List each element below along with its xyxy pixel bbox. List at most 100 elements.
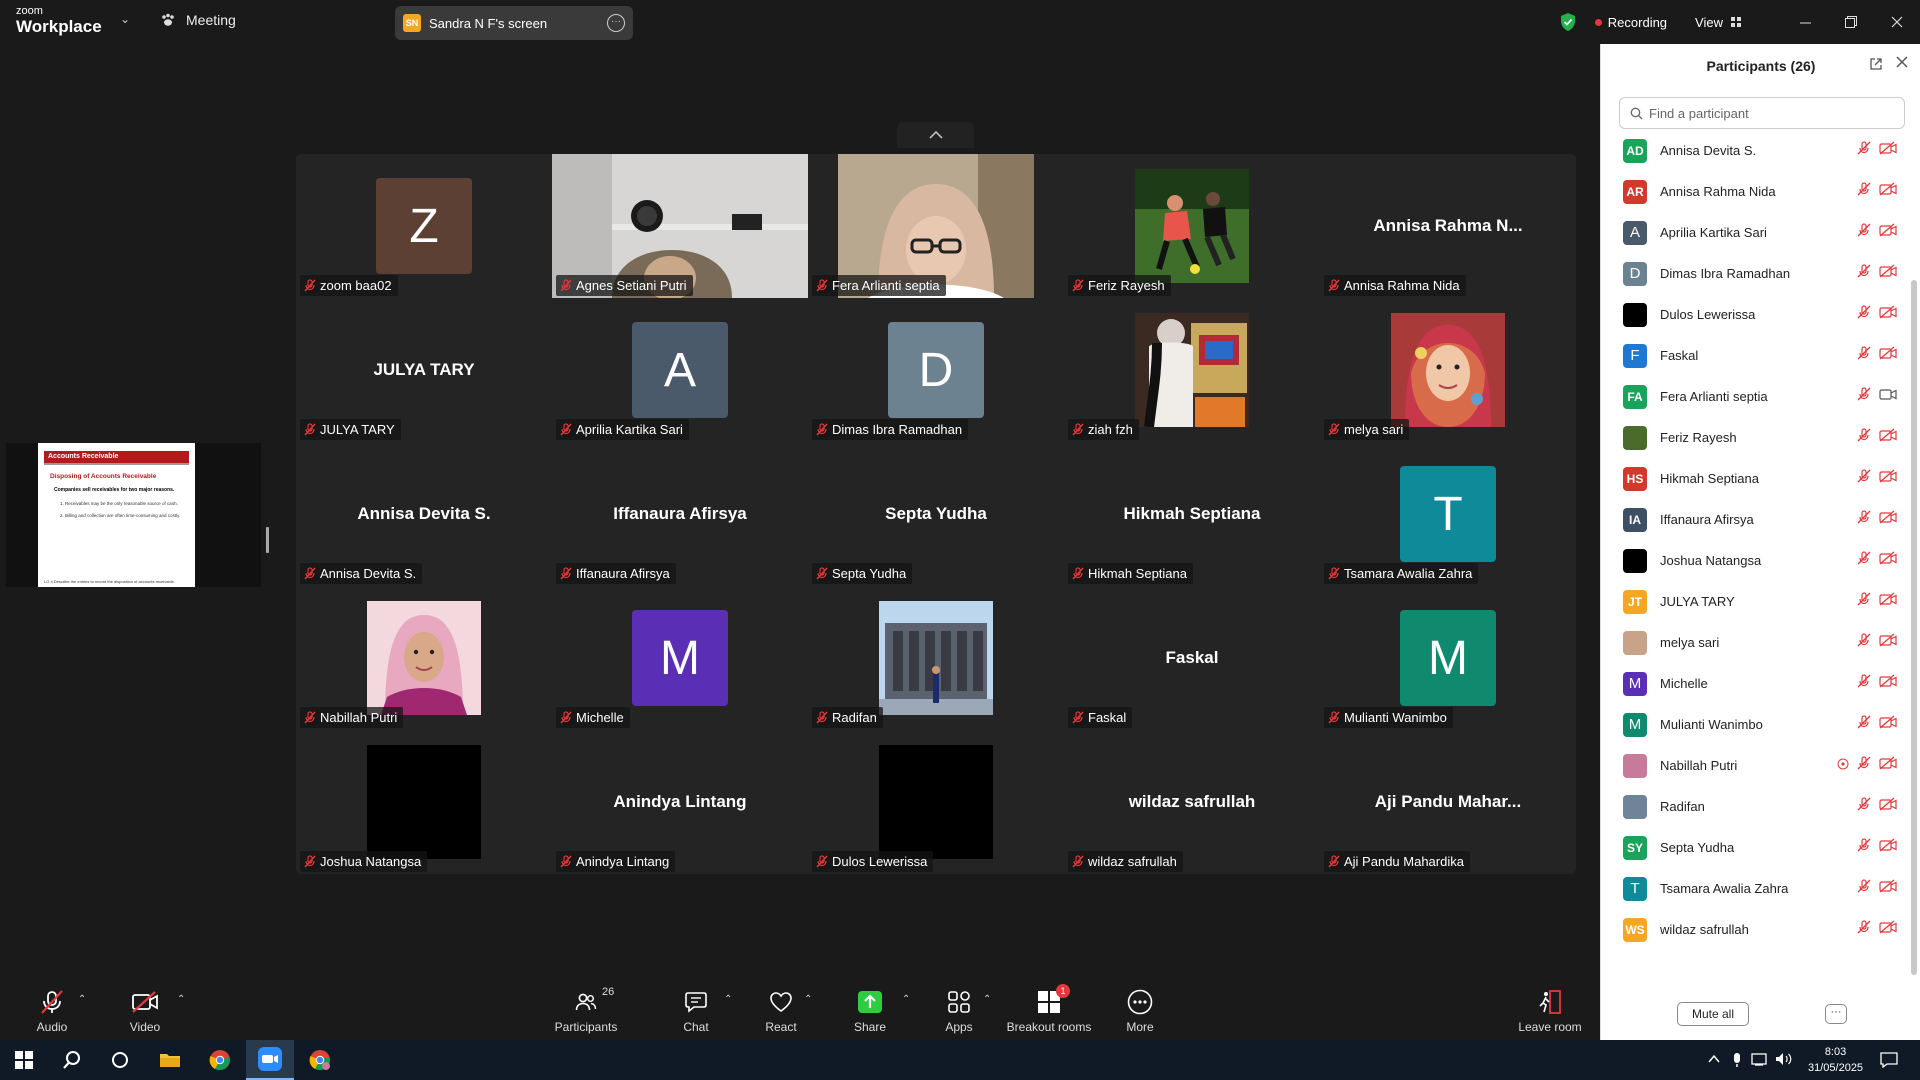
mic-muted-icon[interactable] [1857,879,1871,898]
participant-row[interactable]: Radifan [1601,786,1907,827]
participant-row[interactable]: Joshua Natangsa [1601,540,1907,581]
camera-off-icon[interactable] [1879,551,1897,570]
meeting-menu[interactable]: Meeting [160,12,236,28]
camera-off-icon[interactable] [1879,715,1897,734]
search-input[interactable] [1649,105,1889,121]
video-tile[interactable]: Annisa Rahma N... Annisa Rahma Nida [1320,154,1576,298]
mic-muted-icon[interactable] [1857,223,1871,242]
video-tile[interactable]: Agnes Setiani Putri [552,154,808,298]
chrome-profile-taskbar-button[interactable] [296,1040,344,1080]
shared-screen-thumbnail[interactable]: Accounts Receivable Disposing of Account… [6,443,261,587]
file-explorer-button[interactable] [146,1040,194,1080]
video-tile[interactable]: Feriz Rayesh [1064,154,1320,298]
task-view-button[interactable] [96,1040,144,1080]
mic-muted-icon[interactable] [1857,428,1871,447]
mic-muted-icon[interactable] [1857,715,1871,734]
participant-row[interactable]: SY Septa Yudha [1601,827,1907,868]
mic-muted-icon[interactable] [1857,182,1871,201]
collapse-gallery-button[interactable] [897,122,974,148]
participant-row[interactable]: Nabillah Putri [1601,745,1907,786]
microphone-tray-icon[interactable] [1731,1052,1743,1068]
camera-off-icon[interactable] [1879,592,1897,611]
video-tile[interactable]: D Dimas Ibra Ramadhan [808,298,1064,442]
participant-row[interactable]: D Dimas Ibra Ramadhan [1601,253,1907,294]
volume-tray-icon[interactable] [1775,1052,1793,1066]
video-tile[interactable]: Faskal Faskal [1064,586,1320,730]
mic-muted-icon[interactable] [1857,756,1871,775]
camera-off-icon[interactable] [1879,510,1897,529]
mic-muted-icon[interactable] [1857,797,1871,816]
participant-row[interactable]: T Tsamara Awalia Zahra [1601,868,1907,909]
mic-muted-icon[interactable] [1857,346,1871,365]
close-button[interactable] [1874,0,1920,44]
share-options-icon[interactable]: ··· [607,14,625,32]
video-tile[interactable]: JULYA TARY JULYA TARY [296,298,552,442]
leave-room-button[interactable]: Leave room [1518,980,1582,1040]
camera-off-icon[interactable] [1879,756,1897,775]
close-panel-icon[interactable] [1895,55,1909,69]
video-tile[interactable]: Aji Pandu Mahar... Aji Pandu Mahardika [1320,730,1576,874]
apps-button[interactable]: Apps [944,980,974,1040]
video-tile[interactable]: Iffanaura Afirsya Iffanaura Afirsya [552,442,808,586]
system-clock[interactable]: 8:03 31/05/2025 [1808,1044,1863,1076]
camera-off-icon[interactable] [1879,838,1897,857]
video-tile[interactable]: Dulos Lewerissa [808,730,1064,874]
video-tile[interactable]: Fera Arlianti septia [808,154,1064,298]
participant-row[interactable]: Feriz Rayesh [1601,417,1907,458]
video-tile[interactable]: A Aprilia Kartika Sari [552,298,808,442]
camera-off-icon[interactable] [1879,223,1897,242]
mic-muted-icon[interactable] [1857,469,1871,488]
participants-button[interactable]: 26 Participants [552,980,620,1040]
camera-off-icon[interactable] [1879,633,1897,652]
audio-button[interactable]: Audio [32,980,72,1040]
mic-muted-icon[interactable] [1857,551,1871,570]
splitter-handle[interactable] [266,527,269,553]
network-tray-icon[interactable] [1751,1052,1769,1066]
mic-muted-icon[interactable] [1857,633,1871,652]
zoom-taskbar-button[interactable] [246,1040,294,1080]
video-tile[interactable]: Nabillah Putri [296,586,552,730]
breakout-rooms-button[interactable]: 1 Breakout rooms [1006,980,1092,1040]
panel-more-options-icon[interactable]: ··· [1825,1004,1847,1024]
chrome-taskbar-button[interactable] [196,1040,244,1080]
search-taskbar-button[interactable] [48,1040,96,1080]
screen-share-indicator[interactable]: SN Sandra N F's screen ··· [395,6,633,40]
camera-off-icon[interactable] [1879,305,1897,324]
video-tile[interactable]: Hikmah Septiana Hikmah Septiana [1064,442,1320,586]
video-tile[interactable]: melya sari [1320,298,1576,442]
participant-row[interactable]: F Faskal [1601,335,1907,376]
camera-on-icon[interactable] [1879,387,1897,406]
mic-muted-icon[interactable] [1857,141,1871,160]
mic-muted-icon[interactable] [1857,838,1871,857]
react-options-caret-icon[interactable]: ⌃ [804,994,812,1005]
share-button[interactable]: Share [852,980,888,1040]
share-options-caret-icon[interactable]: ⌃ [902,994,910,1005]
video-tile[interactable]: Annisa Devita S. Annisa Devita S. [296,442,552,586]
pop-out-icon[interactable] [1869,57,1883,71]
more-button[interactable]: More [1124,980,1156,1040]
participant-row[interactable]: JT JULYA TARY [1601,581,1907,622]
camera-off-icon[interactable] [1879,920,1897,939]
react-button[interactable]: React [763,980,799,1040]
chat-options-caret-icon[interactable]: ⌃ [724,994,732,1005]
participant-row[interactable]: melya sari [1601,622,1907,663]
mic-muted-icon[interactable] [1857,387,1871,406]
participant-row[interactable]: M Mulianti Wanimbo [1601,704,1907,745]
camera-off-icon[interactable] [1879,879,1897,898]
tray-chevron-icon[interactable] [1707,1052,1721,1066]
mic-muted-icon[interactable] [1857,920,1871,939]
video-options-caret-icon[interactable]: ⌃ [177,994,185,1005]
video-button[interactable]: Video [125,980,165,1040]
participant-row[interactable]: FA Fera Arlianti septia [1601,376,1907,417]
participant-row[interactable]: M Michelle [1601,663,1907,704]
participant-list-scrollbar[interactable] [1911,280,1917,975]
participant-row[interactable]: AR Annisa Rahma Nida [1601,171,1907,212]
encryption-shield-icon[interactable] [1559,12,1577,32]
camera-off-icon[interactable] [1879,469,1897,488]
participant-row[interactable]: Dulos Lewerissa [1601,294,1907,335]
mic-muted-icon[interactable] [1857,510,1871,529]
start-button[interactable] [0,1040,48,1080]
camera-off-icon[interactable] [1879,264,1897,283]
mic-muted-icon[interactable] [1857,674,1871,693]
video-tile[interactable]: wildaz safrullah wildaz safrullah [1064,730,1320,874]
